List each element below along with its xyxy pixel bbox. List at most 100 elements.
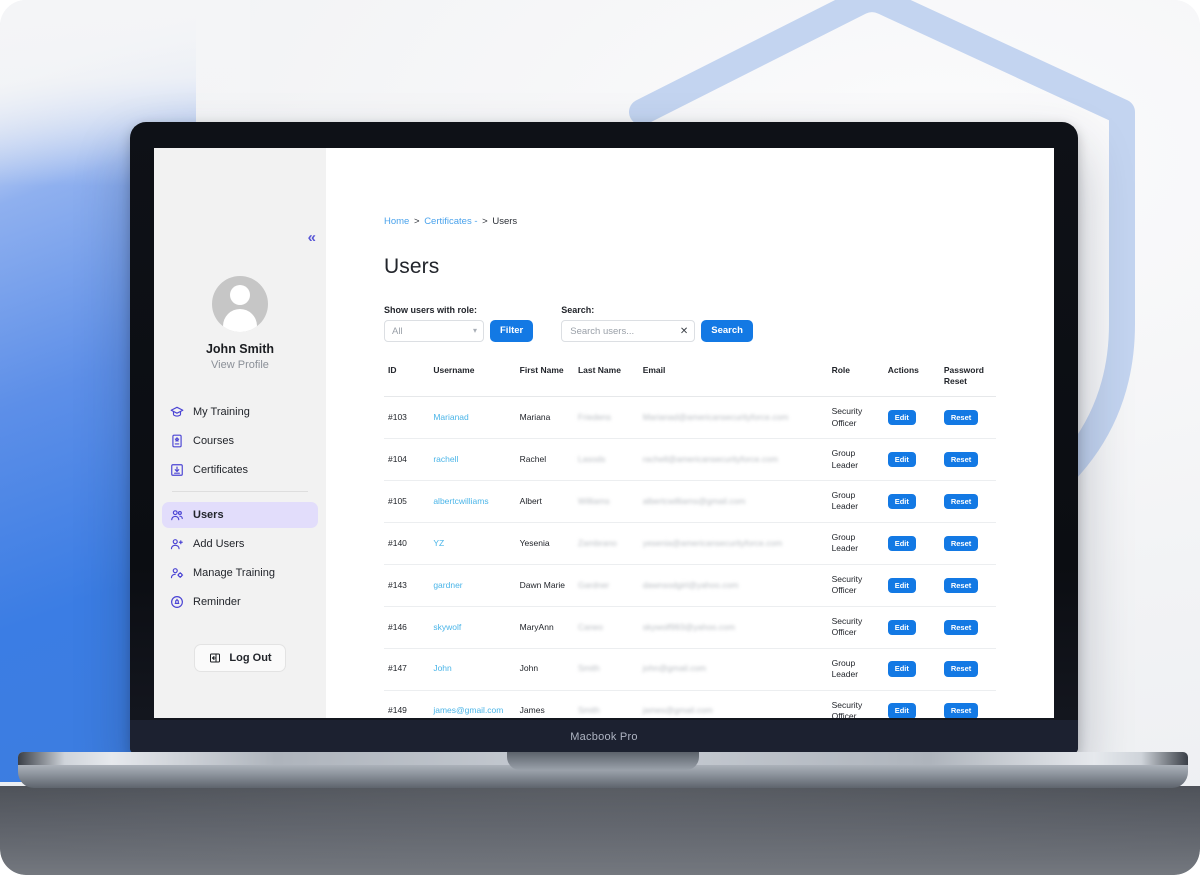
- column-header-password-reset: Password Reset: [939, 358, 996, 398]
- column-header-last-name[interactable]: Last Name: [573, 358, 639, 398]
- course-card-icon: [170, 434, 184, 448]
- breadcrumb-separator: >: [413, 216, 420, 227]
- device-label: Macbook Pro: [570, 731, 638, 743]
- table-row: #147 John John Smith john@gmail.com Group Lea…: [384, 648, 996, 691]
- avatar: [212, 276, 268, 332]
- sidebar-item-add-users[interactable]: Add Users: [162, 531, 318, 557]
- breadcrumb-certificates[interactable]: Certificates -: [424, 216, 477, 227]
- sidebar-item-reminder[interactable]: Reminder: [162, 589, 318, 615]
- column-header-username[interactable]: Username: [429, 358, 516, 398]
- users-icon: [170, 508, 184, 522]
- laptop-bezel-bottom: Macbook Pro: [130, 720, 1078, 754]
- breadcrumb-separator: >: [482, 216, 488, 227]
- table-head: ID Username First Name Last Name Email R…: [384, 358, 996, 398]
- search-input[interactable]: [570, 325, 676, 337]
- username-link[interactable]: YZ: [433, 538, 444, 548]
- table-row: #105 albertcwilliams Albert Williams albertc…: [384, 480, 996, 523]
- cell-id: #104: [384, 438, 430, 481]
- filter-button[interactable]: Filter: [490, 320, 534, 342]
- cell-id: #149: [384, 690, 430, 718]
- sidebar-collapse-icon[interactable]: «: [308, 230, 316, 245]
- sidebar-item-certificates[interactable]: Certificates: [162, 457, 318, 483]
- edit-button[interactable]: Edit: [887, 619, 916, 635]
- reset-button[interactable]: Reset: [943, 451, 979, 468]
- edit-button[interactable]: Edit: [887, 535, 916, 552]
- screen: « John Smith View Profile My Training Co…: [154, 148, 1054, 718]
- cell-email: yesenia@americansecurityforce.com: [642, 537, 783, 548]
- username-link[interactable]: Marianad: [433, 412, 468, 422]
- users-table: ID Username First Name Last Name Email R…: [384, 358, 996, 718]
- view-profile-link[interactable]: View Profile: [154, 359, 326, 371]
- breadcrumb-current: Users: [492, 216, 518, 227]
- reset-button[interactable]: Reset: [943, 535, 979, 552]
- column-header-email[interactable]: Email: [638, 358, 828, 398]
- profile-name: John Smith: [205, 342, 275, 356]
- search-button[interactable]: Search: [701, 320, 753, 342]
- sidebar-item-manage-training[interactable]: Manage Training: [162, 560, 318, 586]
- cell-last-name: Friedens: [577, 411, 612, 422]
- table-header-row: ID Username First Name Last Name Email R…: [384, 358, 996, 398]
- column-header-role[interactable]: Role: [827, 358, 884, 398]
- cell-email: rachell@americansecurityforce.com: [642, 453, 778, 464]
- cell-first-name: MaryAnn: [515, 606, 574, 649]
- close-icon[interactable]: ✕: [676, 326, 688, 337]
- reset-button[interactable]: Reset: [943, 661, 979, 677]
- cell-first-name: James: [515, 690, 574, 718]
- laptop-base-notch: [507, 752, 699, 770]
- reset-button[interactable]: Reset: [943, 703, 979, 718]
- scene: « John Smith View Profile My Training Co…: [0, 0, 1200, 875]
- logout-container: Log Out: [154, 644, 326, 718]
- bell-badge-icon: [170, 595, 184, 609]
- username-link[interactable]: james@gmail.com: [433, 705, 503, 715]
- desk-highlight: [0, 786, 1200, 875]
- logout-button[interactable]: Log Out: [194, 644, 286, 672]
- table-body: #103 Marianad Mariana Friedens Marianad@amer…: [384, 396, 996, 718]
- edit-button[interactable]: Edit: [887, 493, 916, 510]
- page-title: Users: [384, 255, 440, 278]
- reset-button[interactable]: Reset: [943, 619, 979, 635]
- table-row: #146 skywolf MaryAnn Caneo skywolf993@yahoo.…: [384, 606, 996, 649]
- username-link[interactable]: rachell: [433, 454, 458, 464]
- cell-email: albertcwilliams@gmail.com: [642, 495, 746, 506]
- sidebar-item-label: Reminder: [193, 596, 241, 608]
- edit-button[interactable]: Edit: [887, 577, 916, 594]
- cell-role: Group Leader: [827, 480, 884, 523]
- username-link[interactable]: John: [433, 663, 451, 673]
- cell-role: Group Leader: [827, 438, 884, 481]
- sidebar-item-my-training[interactable]: My Training: [162, 399, 318, 425]
- username-link[interactable]: skywolf: [433, 622, 461, 632]
- column-header-id[interactable]: ID: [384, 358, 430, 398]
- reset-button[interactable]: Reset: [943, 493, 979, 510]
- reset-button[interactable]: Reset: [943, 409, 979, 426]
- logout-label: Log Out: [229, 652, 272, 664]
- role-select[interactable]: All ▾: [384, 320, 484, 342]
- username-link[interactable]: gardner: [433, 580, 462, 590]
- users-table-container: ID Username First Name Last Name Email R…: [384, 358, 996, 718]
- cell-role: Group Leader: [827, 522, 884, 565]
- cell-first-name: Albert: [515, 480, 574, 523]
- cell-email: james@gmail.com: [642, 705, 713, 716]
- laptop-device: « John Smith View Profile My Training Co…: [130, 122, 1078, 754]
- edit-button[interactable]: Edit: [887, 451, 916, 468]
- cell-id: #143: [384, 564, 430, 607]
- table-row: #140 YZ Yesenia Zambrano yesenia@americansec…: [384, 522, 996, 565]
- edit-button[interactable]: Edit: [887, 703, 916, 718]
- cell-first-name: Rachel: [515, 438, 574, 481]
- search-box[interactable]: ✕: [561, 320, 696, 342]
- edit-button[interactable]: Edit: [887, 661, 916, 677]
- role-select-value: All: [392, 325, 403, 337]
- certificate-download-icon: [170, 463, 184, 477]
- table-row: #149 james@gmail.com James Smith james@gmail…: [384, 690, 996, 718]
- sidebar-item-users[interactable]: Users: [162, 502, 318, 528]
- username-link[interactable]: albertcwilliams: [433, 496, 488, 506]
- cell-first-name: Dawn Marie: [515, 564, 574, 607]
- cell-role: Security Officer: [827, 606, 884, 649]
- chevron-down-icon: ▾: [472, 326, 477, 336]
- breadcrumb-home[interactable]: Home: [384, 216, 409, 227]
- graduation-cap-icon: [170, 405, 184, 419]
- column-header-first-name[interactable]: First Name: [515, 358, 574, 398]
- sidebar-item-courses[interactable]: Courses: [162, 428, 318, 454]
- edit-button[interactable]: Edit: [887, 409, 916, 426]
- reset-button[interactable]: Reset: [943, 577, 979, 594]
- cell-id: #146: [384, 606, 430, 649]
